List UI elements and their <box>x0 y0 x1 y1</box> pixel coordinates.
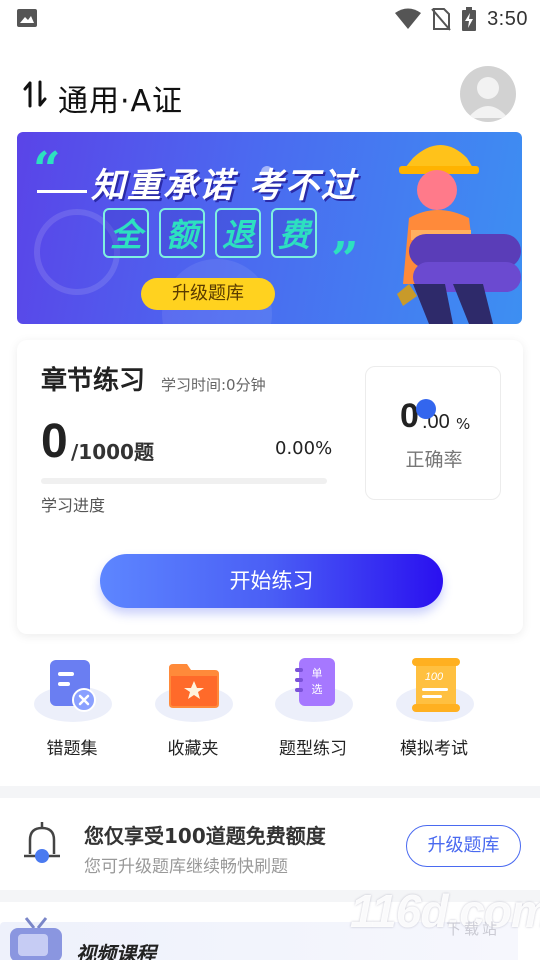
no-sim-icon <box>431 8 451 31</box>
action-label: 错题集 <box>46 739 98 759</box>
accuracy-box: 0 .00 % 正确率 <box>365 366 501 500</box>
accuracy-label: 正确率 <box>405 449 463 471</box>
svg-text:100: 100 <box>425 671 444 683</box>
free-quota-notice: 您仅享受100道题免费额度 您可升级题库继续畅快刷题 升级题库 <box>0 798 540 890</box>
banner-char: 费 <box>271 208 317 258</box>
action-question-types[interactable]: 单 选 题型练习 <box>253 652 373 764</box>
upgrade-question-bank-button[interactable]: 升级题库 <box>406 825 521 867</box>
total-count: /1000题 <box>71 440 154 464</box>
image-icon <box>17 9 37 27</box>
banner-char: 全 <box>103 208 149 258</box>
quota-subtitle: 您可升级题库继续畅快刷题 <box>84 857 288 877</box>
action-wrong-questions[interactable]: 错题集 <box>12 652 132 764</box>
tv-icon <box>6 916 66 960</box>
video-course-title: 视频课程 <box>76 942 156 960</box>
user-avatar-icon[interactable] <box>460 66 516 122</box>
start-practice-button[interactable]: 开始练习 <box>100 554 443 608</box>
action-label: 题型练习 <box>279 739 347 759</box>
action-favorites[interactable]: 收藏夹 <box>133 652 253 764</box>
accuracy-dot <box>416 399 436 419</box>
svg-text:选: 选 <box>312 683 323 696</box>
subject-title[interactable]: 通用·A证 <box>58 76 183 120</box>
battery-charging-icon <box>462 7 477 31</box>
clock: 3:50 <box>487 7 528 30</box>
quote-open-icon: “ <box>33 142 61 198</box>
svg-text:单: 单 <box>312 667 323 680</box>
banner-upgrade-button[interactable]: 升级题库 <box>141 278 275 310</box>
status-bar: 3:50 <box>0 0 540 38</box>
question-type-icon: 单 选 <box>275 656 353 722</box>
study-time: 学习时间:0分钟 <box>161 376 266 394</box>
promo-banner[interactable]: “ 知重承诺 考不过 全 额 退 费 ” 升级题库 <box>17 132 522 324</box>
banner-char: 额 <box>159 208 205 258</box>
mock-exam-icon: 100 <box>396 656 474 722</box>
action-label: 模拟考试 <box>400 739 468 759</box>
progress-percent: 0.00% <box>275 438 333 459</box>
worker-illustration <box>397 145 521 324</box>
video-course-section[interactable]: 视频课程 <box>0 902 540 960</box>
quote-close-icon: ” <box>331 232 359 288</box>
card-title: 章节练习 <box>41 366 146 396</box>
accuracy-integer: 0 <box>400 397 419 435</box>
favorites-folder-icon <box>155 656 233 722</box>
banner-subline: 全 额 退 费 <box>103 208 317 258</box>
progress-label: 学习进度 <box>41 496 106 515</box>
quick-actions: 错题集 收藏夹 单 选 题型练习 100 模拟考试 <box>0 652 540 764</box>
section-divider <box>0 786 540 798</box>
chapter-practice-card: 章节练习 学习时间:0分钟 0 /1000题 0.00% 学习进度 0 .00 … <box>17 340 523 634</box>
wifi-icon <box>395 8 422 29</box>
header: 通用·A证 <box>0 62 540 128</box>
bell-icon <box>24 820 60 866</box>
switch-arrows-icon[interactable] <box>22 80 48 108</box>
wrong-questions-icon <box>34 656 112 722</box>
done-count: 0 <box>41 415 68 468</box>
banner-char: 退 <box>215 208 261 258</box>
accuracy-unit: % <box>456 415 471 433</box>
section-divider <box>0 890 540 902</box>
banner-headline: 知重承诺 考不过 <box>91 166 357 206</box>
action-label: 收藏夹 <box>167 739 219 759</box>
action-mock-exam[interactable]: 100 模拟考试 <box>374 652 494 764</box>
quota-title: 您仅享受100道题免费额度 <box>84 824 326 848</box>
progress-bar <box>41 478 327 484</box>
